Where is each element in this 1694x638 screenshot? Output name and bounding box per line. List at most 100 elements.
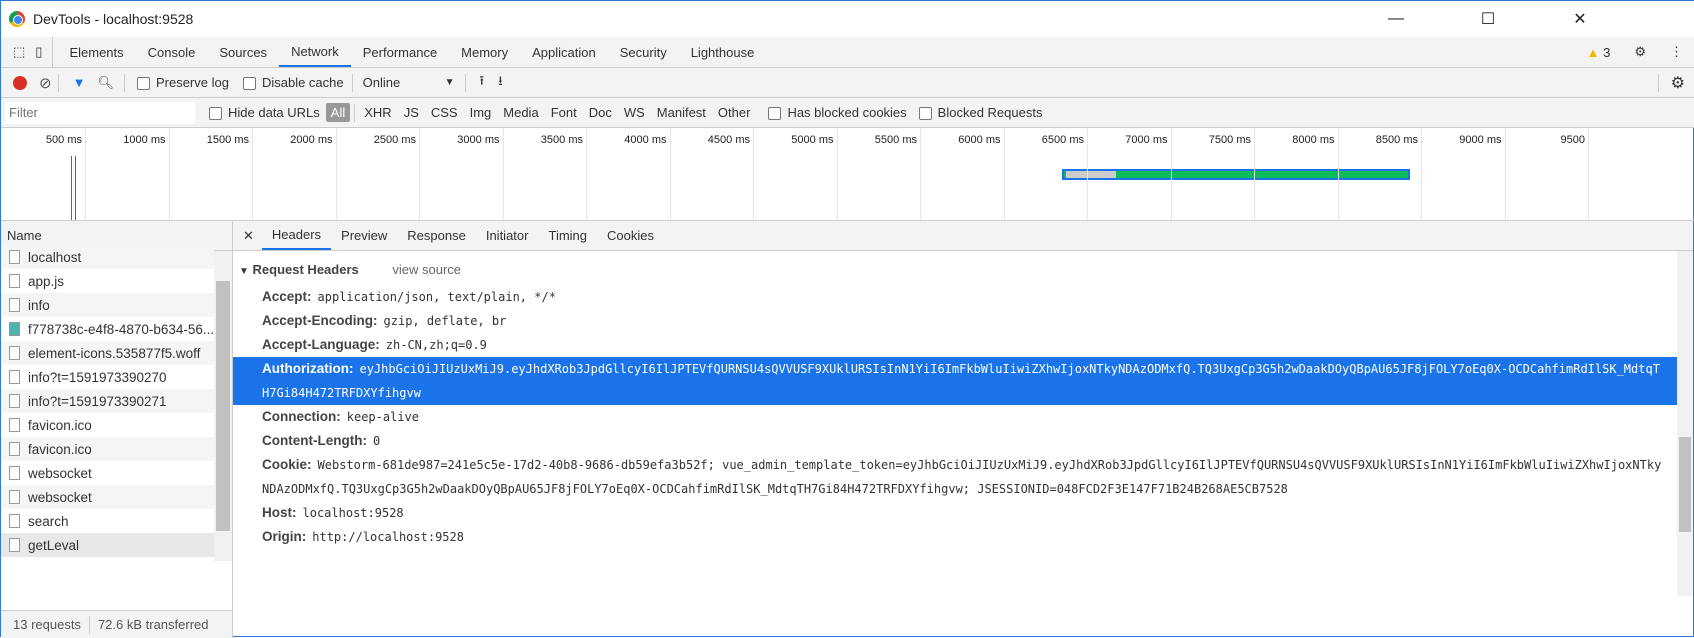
export-har-icon[interactable]: ⭳	[498, 72, 503, 94]
filter-input[interactable]	[5, 101, 195, 124]
throttle-select[interactable]: Online	[363, 75, 445, 90]
request-list-scrollbar[interactable]	[214, 251, 232, 561]
filter-ws[interactable]: WS	[619, 103, 650, 122]
tab-preview[interactable]: Preview	[331, 221, 397, 250]
tab-cookies[interactable]: Cookies	[597, 221, 664, 250]
header-row[interactable]: Accept-Encoding: gzip, deflate, br	[233, 309, 1693, 333]
request-row[interactable]: f778738c-e4f8-4870-b634-56...	[1, 317, 214, 341]
maximize-button[interactable]: ☐	[1465, 1, 1511, 37]
tab-timing[interactable]: Timing	[538, 221, 597, 250]
request-name: f778738c-e4f8-4870-b634-56...	[28, 321, 214, 337]
inspect-element-icon[interactable]: ⬚	[1, 37, 31, 67]
view-source-link[interactable]: view source	[392, 262, 461, 277]
import-har-icon[interactable]: ⭱	[480, 72, 485, 94]
hide-data-urls-checkbox[interactable]: Hide data URLs	[209, 105, 320, 121]
header-row[interactable]: Content-Length: 0	[233, 429, 1693, 453]
tab-performance[interactable]: Performance	[351, 37, 449, 67]
filter-xhr[interactable]: XHR	[359, 103, 396, 122]
header-row[interactable]: Cookie: Webstorm-681de987=241e5c5e-17d2-4…	[233, 453, 1693, 501]
timeline-overview[interactable]: 500 ms 1000 ms 1500 ms 2000 ms 2500 ms 3000 m…	[1, 128, 1694, 221]
details-scrollbar[interactable]	[1677, 251, 1693, 596]
load-line	[75, 156, 76, 220]
disable-cache-checkbox[interactable]: Disable cache	[242, 74, 344, 91]
preserve-log-checkbox[interactable]: Preserve log	[136, 75, 229, 91]
header-row[interactable]: Connection: keep-alive	[233, 405, 1693, 429]
request-row[interactable]: favicon.ico	[1, 413, 214, 437]
request-row[interactable]: app.js	[1, 269, 214, 293]
tab-sources[interactable]: Sources	[207, 37, 279, 67]
timeline-tick: 8500 ms	[1376, 128, 1422, 220]
tab-security[interactable]: Security	[608, 37, 679, 67]
header-row[interactable]: Host: localhost:9528	[233, 501, 1693, 525]
filter-font[interactable]: Font	[546, 103, 582, 122]
tick-label: 500 ms	[45, 134, 82, 146]
network-settings-gear-icon[interactable]: ⚙	[1671, 73, 1685, 93]
timeline-tick: 5500 ms	[875, 128, 921, 220]
tab-memory[interactable]: Memory	[449, 37, 520, 67]
tick-label: 8000 ms	[1292, 134, 1335, 146]
header-name: Origin:	[262, 529, 307, 544]
search-icon[interactable]: 🔍︎	[97, 75, 114, 91]
close-button[interactable]: ✕	[1557, 1, 1603, 37]
request-row[interactable]: websocket	[1, 461, 214, 485]
file-icon	[9, 442, 20, 456]
minimize-button[interactable]: —	[1373, 1, 1419, 37]
request-row[interactable]: favicon.ico	[1, 437, 214, 461]
header-row[interactable]: Authorization: eyJhbGciOiJIUzUxMiJ9.eyJhd…	[233, 357, 1693, 405]
record-icon[interactable]	[13, 75, 27, 90]
tab-application[interactable]: Application	[520, 37, 608, 67]
filter-js[interactable]: JS	[399, 103, 424, 122]
file-icon	[9, 394, 20, 408]
header-row[interactable]: Accept: application/json, text/plain, */*	[233, 285, 1693, 309]
request-name: websocket	[28, 465, 92, 481]
waterfall-bar-getleval	[1062, 169, 1410, 180]
tab-initiator[interactable]: Initiator	[476, 221, 539, 250]
settings-gear-icon[interactable]: ⚙	[1622, 37, 1658, 67]
tick-label: 4500 ms	[707, 134, 750, 146]
request-row[interactable]: websocket	[1, 485, 214, 509]
request-row[interactable]: search	[1, 509, 214, 533]
tab-network[interactable]: Network	[279, 37, 351, 67]
file-icon	[9, 418, 20, 432]
request-headers-section[interactable]: ▼ Request Headers view source	[233, 251, 1693, 285]
blocked-requests-checkbox[interactable]: Blocked Requests	[918, 105, 1042, 121]
filter-all[interactable]: All	[325, 103, 351, 122]
filter-doc[interactable]: Doc	[584, 103, 617, 122]
device-toolbar-icon[interactable]: ▯	[31, 37, 54, 67]
timeline-tick: 4500 ms	[708, 128, 754, 220]
filter-manifest[interactable]: Manifest	[652, 103, 711, 122]
header-row[interactable]: Origin: http://localhost:9528	[233, 525, 1693, 549]
more-menu-icon[interactable]: ⋮	[1658, 37, 1694, 67]
close-details-icon[interactable]: ✕	[233, 221, 262, 250]
tab-headers[interactable]: Headers	[261, 221, 332, 250]
filter-css[interactable]: CSS	[426, 103, 463, 122]
request-row[interactable]: info?t=1591973390270	[1, 365, 214, 389]
file-icon	[9, 538, 20, 552]
request-row[interactable]: info	[1, 293, 214, 317]
request-row[interactable]: localhost	[1, 245, 214, 269]
warnings-badge[interactable]: ▲ 3	[1575, 37, 1623, 67]
request-row[interactable]: getLeval	[1, 533, 214, 557]
headers-list: Accept: application/json, text/plain, */*…	[233, 285, 1693, 549]
tab-console[interactable]: Console	[136, 37, 208, 67]
filter-other[interactable]: Other	[713, 103, 756, 122]
filter-bar: Hide data URLs All XHR JS CSS Img Media …	[1, 98, 1694, 128]
status-bar: 13 requests 72.6 kB transferred	[1, 610, 232, 638]
request-row[interactable]: element-icons.535877f5.woff	[1, 341, 214, 365]
request-row[interactable]: info?t=1591973390271	[1, 389, 214, 413]
file-icon	[9, 514, 20, 528]
header-name: Accept:	[262, 289, 312, 304]
header-value: gzip, deflate, br	[383, 314, 507, 328]
header-row[interactable]: Accept-Language: zh-CN,zh;q=0.9	[233, 333, 1693, 357]
clear-icon[interactable]: ⊘	[39, 74, 52, 92]
timeline-tick: 7000 ms	[1125, 128, 1172, 220]
filter-icon[interactable]: ▼	[73, 75, 86, 90]
disable-cache-label: Disable cache	[261, 74, 344, 90]
tab-lighthouse[interactable]: Lighthouse	[679, 37, 767, 67]
filter-media[interactable]: Media	[498, 103, 543, 122]
tab-elements[interactable]: Elements	[57, 37, 135, 67]
tab-response[interactable]: Response	[397, 221, 476, 250]
has-blocked-cookies-checkbox[interactable]: Has blocked cookies	[768, 105, 907, 121]
request-details-pane: ✕ Headers Preview Response Initiator Tim…	[233, 221, 1693, 638]
filter-img[interactable]: Img	[465, 103, 497, 122]
